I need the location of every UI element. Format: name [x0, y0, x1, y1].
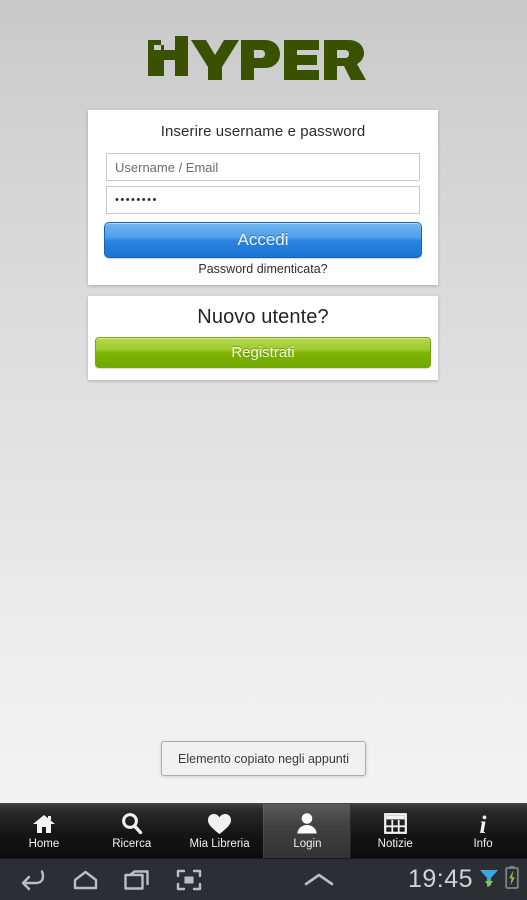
register-card: Nuovo utente? Registrati — [88, 296, 438, 380]
password-input[interactable] — [106, 186, 420, 214]
username-input[interactable] — [106, 153, 420, 181]
tab-info[interactable]: i Info — [439, 804, 527, 858]
toast-text: Elemento copiato negli appunti — [178, 751, 349, 766]
screenshot-icon[interactable] — [172, 864, 206, 896]
heart-icon — [207, 812, 232, 836]
search-icon — [120, 812, 143, 836]
system-status-area[interactable]: 19:45 — [408, 865, 519, 894]
tab-label: Mia Libreria — [189, 837, 250, 850]
battery-charging-icon — [505, 865, 519, 894]
info-icon: i — [474, 812, 492, 836]
app-content-area: Inserire username e password Accedi Pass… — [0, 0, 527, 803]
register-card-title: Nuovo utente? — [197, 306, 329, 328]
toast-message: Elemento copiato negli appunti — [161, 741, 366, 776]
tab-ricerca[interactable]: Ricerca — [88, 804, 176, 858]
chevron-up-icon[interactable] — [302, 864, 336, 896]
svg-text:i: i — [480, 812, 487, 836]
android-system-bar: 19:45 — [0, 858, 527, 900]
registrati-button[interactable]: Registrati — [95, 337, 431, 368]
hyper-wordmark-icon — [147, 36, 366, 80]
tab-label: Notizie — [377, 837, 413, 850]
person-icon — [296, 812, 318, 836]
tab-label: Login — [293, 837, 322, 850]
tab-login[interactable]: Login — [263, 804, 352, 858]
app-logo — [0, 36, 527, 85]
tab-label: Info — [473, 837, 493, 850]
app-screen: Inserire username e password Accedi Pass… — [0, 0, 527, 900]
recents-icon[interactable] — [120, 864, 154, 896]
forgot-password-link[interactable]: Password dimenticata? — [88, 262, 438, 276]
grid-icon — [383, 812, 407, 836]
system-nav-buttons — [0, 864, 336, 896]
wifi-icon — [478, 865, 500, 894]
tab-home[interactable]: Home — [0, 804, 88, 858]
tab-label: Ricerca — [112, 837, 152, 850]
back-icon[interactable] — [16, 864, 50, 896]
tab-notizie[interactable]: Notizie — [351, 804, 439, 858]
tab-mia-libreria[interactable]: Mia Libreria — [176, 804, 264, 858]
home-icon — [32, 812, 56, 836]
login-card-title: Inserire username e password — [160, 123, 366, 140]
tab-label: Home — [28, 837, 60, 850]
status-clock: 19:45 — [407, 865, 473, 893]
home-icon[interactable] — [68, 864, 102, 896]
login-card: Inserire username e password Accedi Pass… — [88, 110, 438, 285]
bottom-tab-bar: Home Ricerca Mia Libreria Login Notizie … — [0, 803, 527, 858]
accedi-button[interactable]: Accedi — [104, 222, 422, 258]
